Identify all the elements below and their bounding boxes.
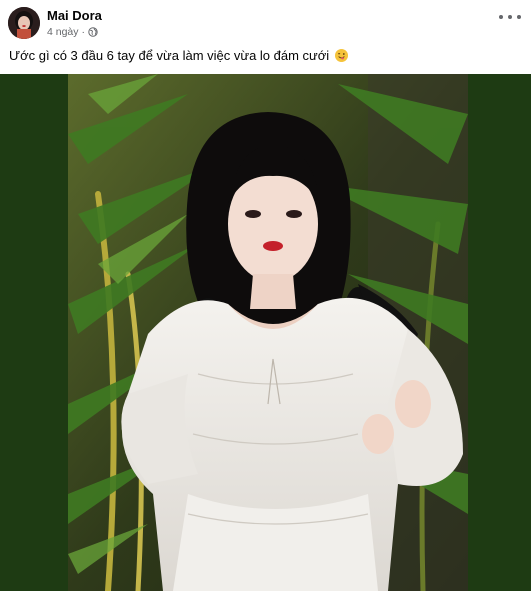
post-header: Mai Dora 4 ngày · [0, 0, 531, 44]
post-media[interactable] [0, 74, 531, 591]
author-name[interactable]: Mai Dora [47, 8, 102, 23]
more-options-icon[interactable] [499, 10, 521, 24]
meta-separator: · [81, 26, 86, 38]
post-meta: 4 ngày · [47, 26, 98, 38]
post-timestamp[interactable]: 4 ngày [47, 26, 79, 38]
smiling-face-with-tongue-emoji [334, 49, 348, 62]
post-photo[interactable] [68, 74, 468, 591]
feed-post: Mai Dora 4 ngày · Ước gì có 3 đầu 6 tay … [0, 0, 531, 591]
globe-icon [88, 27, 98, 37]
caption-text: Ước gì có 3 đầu 6 tay để vừa làm việc vừ… [9, 48, 330, 63]
post-caption: Ước gì có 3 đầu 6 tay để vừa làm việc vừ… [9, 48, 519, 64]
author-avatar[interactable] [8, 7, 40, 39]
